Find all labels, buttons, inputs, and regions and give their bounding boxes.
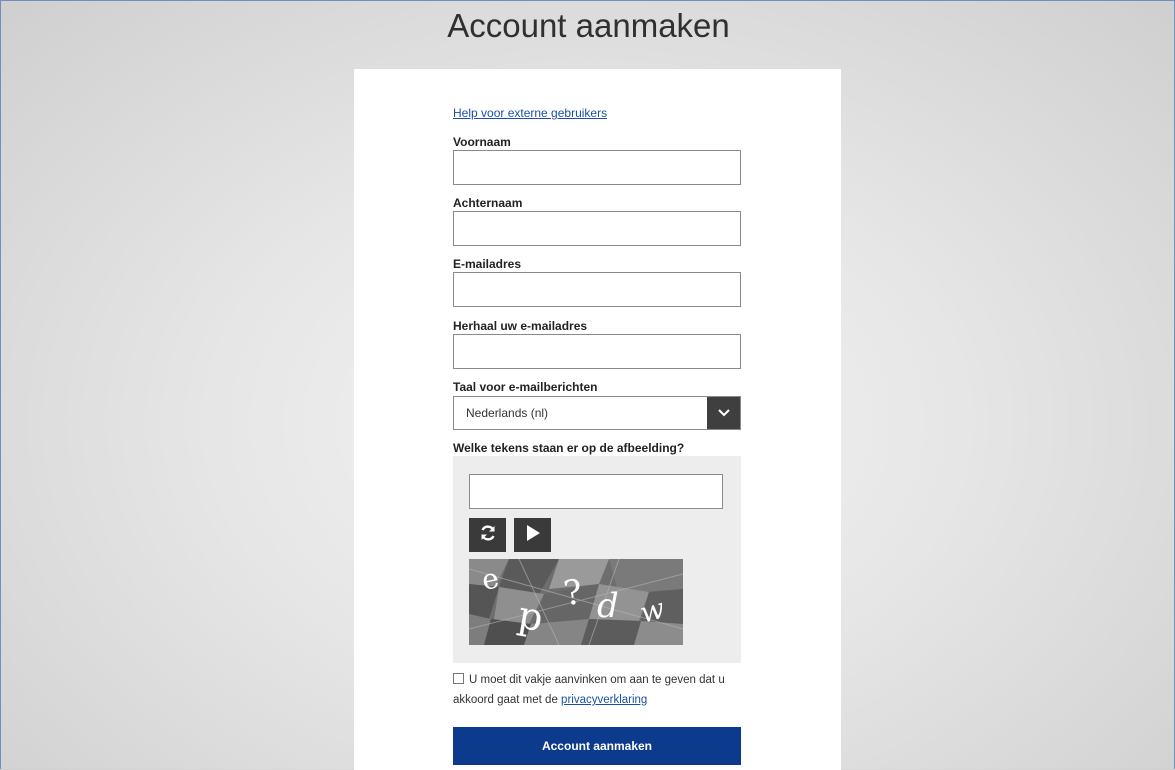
first-name-input[interactable] (453, 150, 741, 185)
email-input[interactable] (453, 272, 741, 307)
language-select[interactable]: Nederlands (nl) (453, 396, 741, 430)
svg-text:d: d (597, 586, 619, 626)
captcha-image: e p ? d w (468, 558, 684, 646)
help-link[interactable]: Help voor externe gebruikers (453, 106, 607, 120)
email-label: E-mailadres (453, 257, 522, 271)
language-selected-value: Nederlands (nl) (466, 406, 549, 420)
play-icon (525, 524, 541, 547)
create-account-button[interactable]: Account aanmaken (453, 727, 741, 765)
page-title: Account aanmaken (447, 7, 730, 44)
language-label: Taal voor e-mailberichten (453, 380, 598, 394)
captcha-panel: e p ? d w (453, 456, 741, 663)
refresh-captcha-button[interactable] (469, 518, 506, 552)
consent-text: U moet dit vakje aanvinken om aan te gev… (453, 670, 745, 710)
email-repeat-input[interactable] (453, 334, 741, 369)
first-name-label: Voornaam (453, 135, 511, 149)
captcha-label: Welke tekens staan er op de afbeelding? (453, 441, 685, 455)
refresh-icon (478, 523, 498, 548)
email-repeat-label: Herhaal uw e-mailadres (453, 319, 588, 333)
captcha-input[interactable] (469, 474, 723, 509)
last-name-input[interactable] (453, 211, 741, 246)
privacy-link[interactable]: privacyverklaring (561, 694, 647, 706)
chevron-down-icon[interactable] (707, 397, 740, 429)
audio-captcha-button[interactable] (514, 518, 551, 552)
signup-card: Help voor externe gebruikers Voornaam Ac… (354, 69, 841, 770)
last-name-label: Achternaam (453, 196, 523, 210)
